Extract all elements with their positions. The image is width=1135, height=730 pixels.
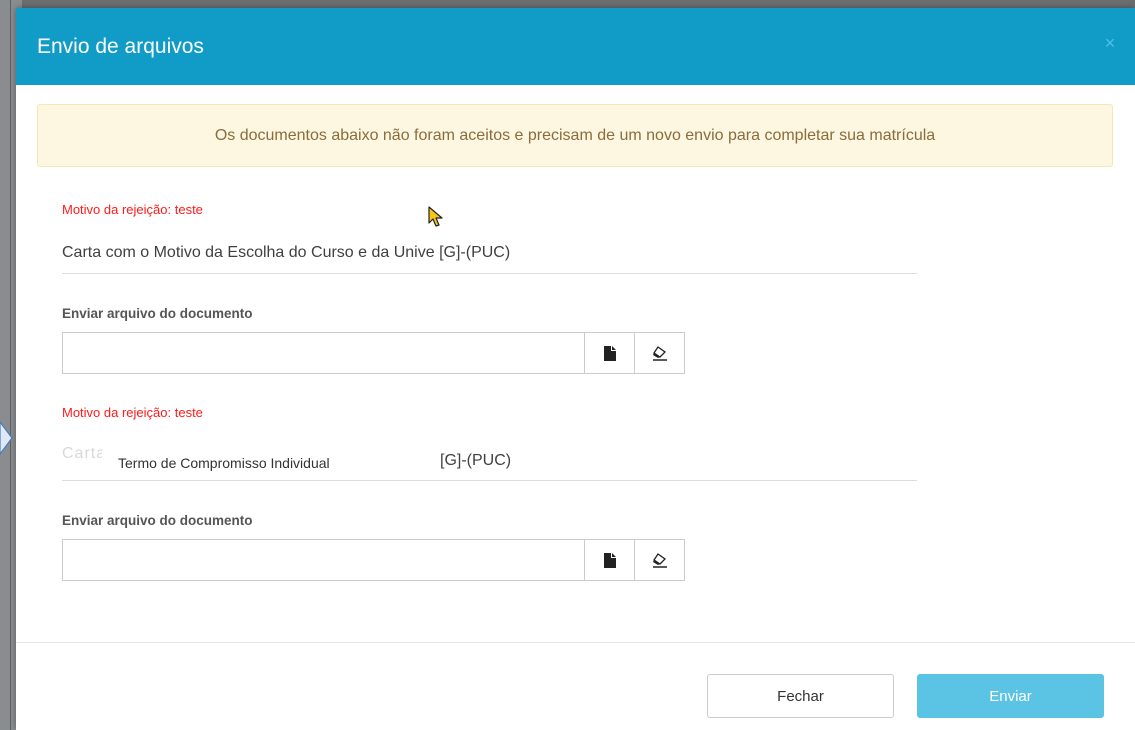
arrow-callout-icon <box>0 421 13 455</box>
file-icon <box>603 552 616 568</box>
file-path-input[interactable] <box>63 540 584 580</box>
document-name: Carta ~ ~~ ~~~ ~~ ~ ~~~~~ ~~~ ~~~~~ Term… <box>62 443 562 475</box>
divider <box>62 480 917 481</box>
upload-label: Enviar arquivo do documento <box>62 513 253 528</box>
file-upload-group <box>62 539 685 581</box>
modal-title: Envio de arquivos <box>37 35 204 58</box>
document-name-suffix: [G]-(PUC) <box>440 452 512 469</box>
rejection-reason: Motivo da rejeição: teste <box>62 405 203 420</box>
warning-alert: Os documentos abaixo não foram aceitos e… <box>37 104 1113 167</box>
file-icon <box>603 345 616 361</box>
clear-file-button[interactable] <box>634 333 684 373</box>
eraser-icon <box>652 552 667 568</box>
divider <box>62 273 917 274</box>
select-file-button[interactable] <box>584 333 634 373</box>
upload-modal: Envio de arquivos × Os documentos abaixo… <box>16 8 1135 730</box>
close-button[interactable]: Fechar <box>707 674 894 718</box>
upload-label: Enviar arquivo do documento <box>62 306 253 321</box>
footer-divider <box>16 642 1135 643</box>
close-icon[interactable]: × <box>1099 32 1121 54</box>
file-path-input[interactable] <box>63 333 584 373</box>
clear-file-button[interactable] <box>634 540 684 580</box>
rejection-reason: Motivo da rejeição: teste <box>62 202 203 217</box>
document-name: Carta com o Motivo da Escolha do Curso e… <box>62 244 511 261</box>
file-upload-group <box>62 332 685 374</box>
document-name-overlay: Termo de Compromisso Individual <box>118 455 330 471</box>
send-button[interactable]: Enviar <box>917 674 1104 718</box>
select-file-button[interactable] <box>584 540 634 580</box>
modal-header: Envio de arquivos × <box>16 8 1135 85</box>
eraser-icon <box>652 345 667 361</box>
mouse-cursor-icon <box>428 206 443 227</box>
